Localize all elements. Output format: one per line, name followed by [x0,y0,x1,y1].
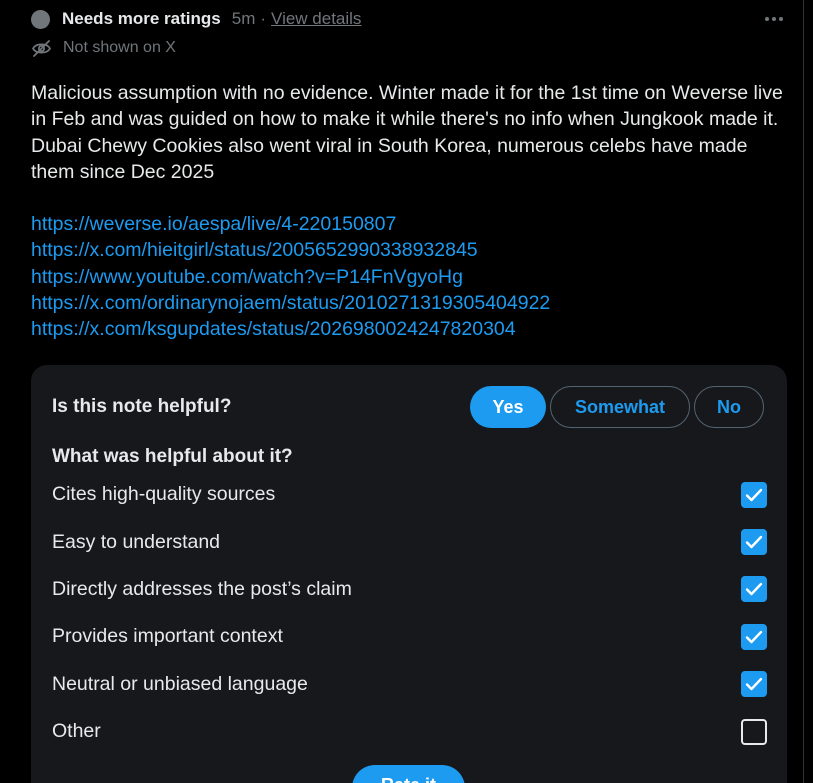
source-link[interactable]: https://weverse.io/aespa/live/4-22015080… [31,211,550,237]
note-header: Needs more ratings 5m · View details [31,8,361,30]
source-link[interactable]: https://www.youtube.com/watch?v=P14FnVgy… [31,264,550,290]
submit-rating-button[interactable]: Rate it [352,765,465,783]
checkmark-icon [745,678,763,691]
reason-label: Easy to understand [52,530,221,553]
reason-option[interactable]: Easy to understand [52,518,767,565]
more-options-icon[interactable] [763,10,785,28]
visibility-text: Not shown on X [63,39,176,56]
reason-option[interactable]: Directly addresses the post’s claim [52,566,767,613]
checkbox-checked[interactable] [741,529,767,556]
source-link[interactable]: https://x.com/hieitgirl/status/200565299… [31,237,550,263]
rating-card: Is this note helpful? Yes Somewhat No Wh… [31,365,787,783]
checkbox-checked[interactable] [741,576,767,603]
source-links: https://weverse.io/aespa/live/4-22015080… [31,211,550,342]
reason-label: Provides important context [52,625,283,648]
reason-label: Other [52,720,101,743]
reason-option[interactable]: Cites high-quality sources [52,471,767,518]
checkbox-checked[interactable] [741,623,767,650]
reason-label: Cites high-quality sources [52,483,276,506]
reason-option[interactable]: Provides important context [52,613,767,660]
checkmark-icon [745,535,763,549]
panel-border [803,0,804,783]
note-status-title: Needs more ratings [62,9,221,28]
source-link[interactable]: https://x.com/ksgupdates/status/20269800… [31,316,550,342]
eye-off-icon [31,39,52,58]
somewhat-button[interactable]: Somewhat [550,386,690,428]
checkbox-checked[interactable] [741,481,767,508]
helpful-reasons-heading: What was helpful about it? [52,446,293,467]
yes-button[interactable]: Yes [470,386,546,428]
note-text: Malicious assumption with no evidence. W… [31,82,783,183]
view-details-link[interactable]: View details [271,9,361,29]
checkbox-unchecked[interactable] [741,718,767,745]
visibility-status: Not shown on X [31,38,176,58]
checkmark-icon [745,630,763,644]
reason-option[interactable]: Neutral or unbiased language [52,661,767,708]
checkbox-checked[interactable] [741,671,767,698]
helpfulness-question: Is this note helpful? [52,396,232,417]
note-panel: Needs more ratings 5m · View details Not… [0,0,813,783]
checkmark-icon [745,583,763,596]
source-link[interactable]: https://x.com/ordinarynojaem/status/2010… [31,290,550,316]
status-dot-icon [31,9,50,29]
reason-option[interactable]: Other [52,708,767,755]
helpful-reasons-list: Cites high-quality sources Easy to under… [52,471,767,755]
no-button[interactable]: No [694,386,764,428]
header-separator: · [260,9,267,28]
reason-label: Directly addresses the post’s claim [52,577,352,600]
checkmark-icon [745,488,763,501]
note-timestamp: 5m [231,9,256,28]
reason-label: Neutral or unbiased language [52,672,308,695]
